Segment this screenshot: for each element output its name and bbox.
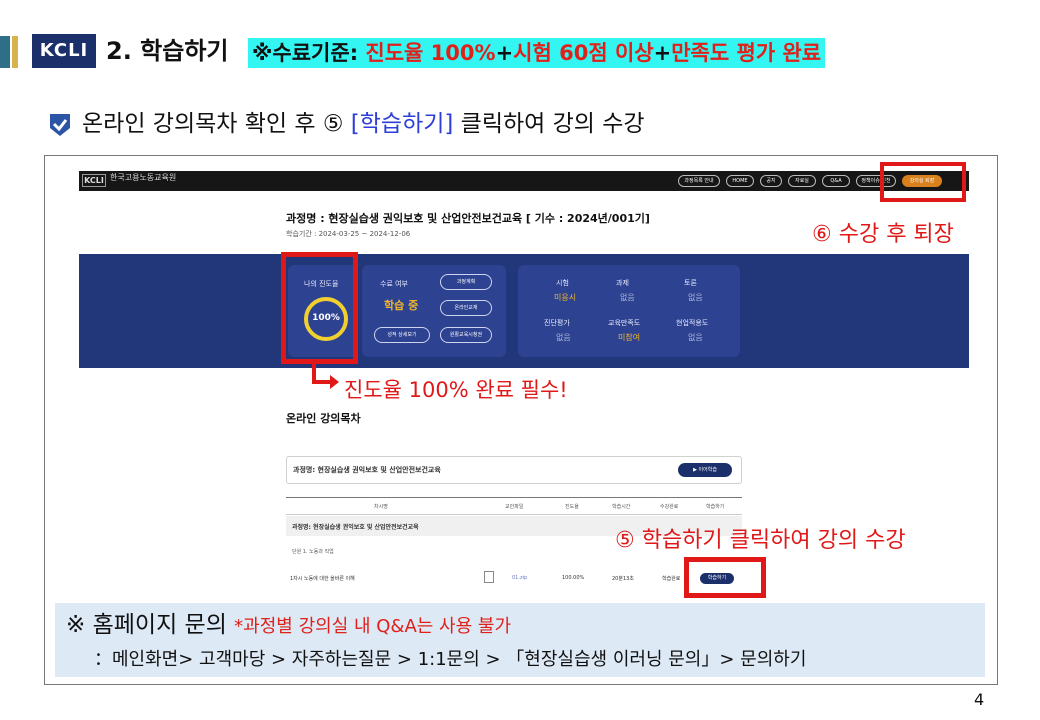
course-plan-button[interactable]: 과정계획 — [440, 274, 492, 290]
discussion-value: 없음 — [688, 293, 703, 302]
page-number: 4 — [974, 690, 985, 709]
column-learn: 학습하기 — [706, 504, 725, 510]
kcli-logo: KCLI — [32, 34, 96, 68]
header-accent-stripe — [0, 36, 10, 68]
table-section-label: 단원 1. 노동과 직업 — [292, 549, 334, 555]
handout-file-link[interactable]: 01.zip — [512, 575, 527, 581]
learn-callout-box — [684, 557, 766, 598]
discussion-label: 토론 — [684, 279, 697, 287]
toc-title: 온라인 강의목차 — [286, 412, 361, 425]
criteria-plus-1: + — [495, 41, 514, 65]
criteria-progress: 진도율 100% — [365, 41, 496, 65]
table-group-label: 과정명: 현장실습생 권익보호 및 산업안전보건교육 — [292, 524, 419, 531]
continue-learning-button[interactable]: ▶ 이어학습 — [678, 463, 732, 477]
toc-course-name: 과정명: 현장실습생 권익보호 및 산업안전보건교육 — [293, 466, 441, 474]
criteria-exam: 시험 60점 이상 — [513, 41, 654, 65]
table-header-divider — [286, 497, 742, 498]
instruction-text-after: 클릭하여 강의 수강 — [453, 111, 645, 137]
course-title: 과정명 : 현장실습생 권익보호 및 산업안전보건교육 [ 기수 : 2024년… — [286, 212, 650, 225]
viewing-button[interactable]: 원활교육시청권 — [440, 327, 492, 343]
field-application-label: 현업적용도 — [676, 319, 709, 327]
satisfaction-value: 미참여 — [618, 333, 641, 342]
lesson-progress: 100.00% — [562, 575, 585, 581]
status-label: 수료 여부 — [380, 280, 408, 288]
exit-callout-text: ⑥ 수강 후 퇴장 — [812, 222, 954, 247]
column-study-time: 학습시간 — [612, 504, 631, 510]
inquiry-note: *과정별 강의실 내 Q&A는 사용 불가 — [234, 616, 512, 637]
learn-callout-text: ⑤ 학습하기 클릭하여 강의 수강 — [615, 528, 906, 553]
grade-detail-button[interactable]: 성적 상세보기 — [374, 327, 430, 343]
status-value: 학습 중 — [384, 299, 419, 312]
satisfaction-label: 교육만족도 — [608, 319, 641, 327]
callout-arrow-icon — [312, 364, 339, 389]
column-complete: 수강완료 — [660, 504, 679, 510]
nav-course-list[interactable]: 과정목록 안내 — [678, 175, 720, 187]
course-period: 학습기간 : 2024-03-25 ~ 2024-12-06 — [286, 230, 411, 238]
exam-label: 시험 — [556, 279, 569, 287]
instruction-text-before: 온라인 강의목차 확인 후 ⑤ — [82, 111, 351, 137]
lesson-study-time: 20분13초 — [612, 576, 634, 582]
nav-qna[interactable]: Q&A — [822, 175, 850, 187]
inquiry-mark: ※ 홈페이지 문의 — [66, 612, 227, 638]
instruction-text: 온라인 강의목차 확인 후 ⑤ [학습하기] 클릭하여 강의 수강 — [82, 108, 645, 140]
field-application-value: 없음 — [688, 333, 703, 342]
online-textbook-button[interactable]: 온라인교재 — [440, 300, 492, 316]
assignment-value: 없음 — [620, 293, 635, 302]
criteria-survey: 만족도 평가 완료 — [671, 41, 822, 65]
completion-criteria: ※수료기준: 진도율 100%+시험 60점 이상+만족도 평가 완료 — [248, 38, 826, 68]
column-handout: 교안파일 — [505, 504, 524, 510]
table-header-bottom-divider — [286, 514, 742, 515]
diagnostic-label: 진단평가 — [544, 319, 570, 327]
nav-notice[interactable]: 공지 — [760, 175, 782, 187]
instruction-highlight: [학습하기] — [350, 111, 454, 137]
criteria-plus-2: + — [653, 41, 672, 65]
slide-title: 2. 학습하기 — [106, 37, 229, 65]
criteria-label: ※수료기준: — [252, 41, 359, 65]
progress-callout-text: 진도율 100% 완료 필수! — [344, 378, 568, 402]
inquiry-heading: ※ 홈페이지 문의 *과정별 강의실 내 Q&A는 사용 불가 — [66, 608, 511, 644]
header-accent-stripe-gold — [12, 36, 18, 68]
evaluation-card — [518, 265, 740, 357]
checkbox-check-icon — [50, 114, 70, 136]
nav-home[interactable]: HOME — [726, 175, 754, 187]
column-progress: 진도율 — [565, 504, 579, 510]
column-lesson-name: 차시명 — [374, 504, 388, 510]
lesson-name: 1차시 노동에 대한 올바른 이해 — [290, 576, 355, 582]
exit-callout-box — [880, 162, 966, 202]
lesson-complete-status: 학습완료 — [662, 576, 681, 582]
exam-value: 미응시 — [554, 293, 577, 302]
assignment-label: 과제 — [616, 279, 629, 287]
site-logo[interactable]: KCLI — [82, 174, 106, 187]
progress-callout-box — [281, 252, 358, 364]
inquiry-path: ：메인화면> 고객마당 > 자주하는질문 > 1:1문의 > 「현장실습생 이러… — [94, 649, 807, 670]
document-icon[interactable] — [484, 571, 494, 583]
nav-resources[interactable]: 자료실 — [788, 175, 816, 187]
diagnostic-value: 없음 — [556, 333, 571, 342]
site-name: 한국고용노동교육원 — [110, 173, 177, 182]
